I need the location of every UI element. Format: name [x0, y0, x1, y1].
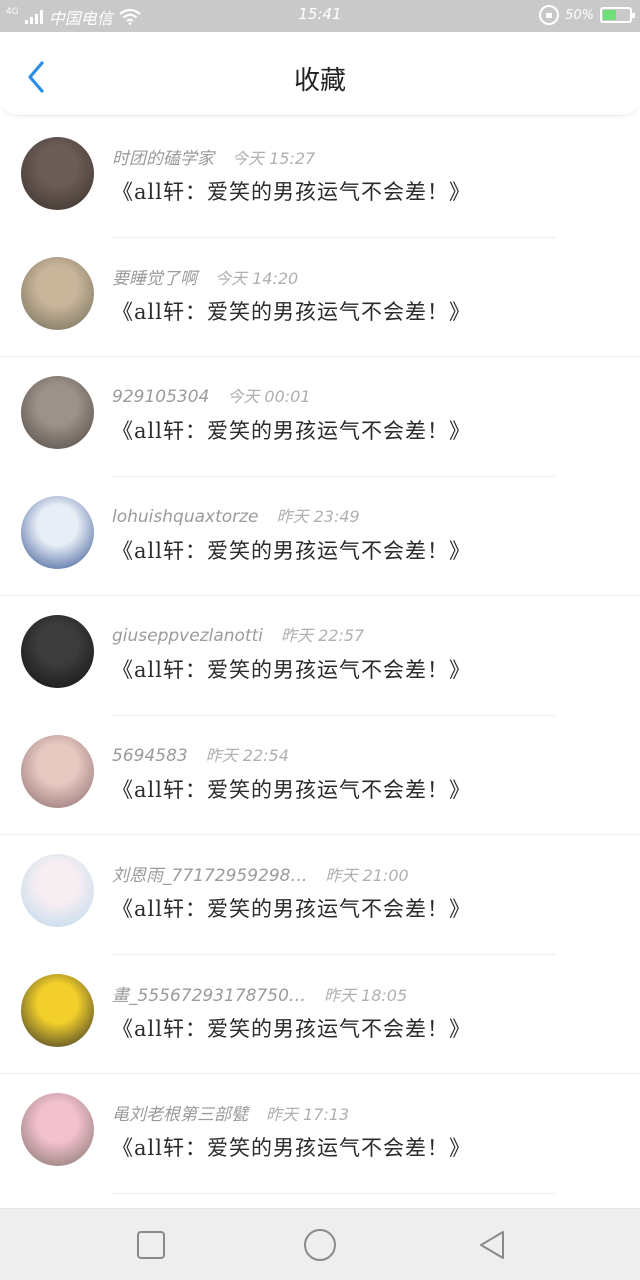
story-title[interactable]: 《all轩：爱笑的男孩运气不会差！》 [112, 654, 471, 684]
recent-apps-button[interactable] [133, 1227, 169, 1263]
timestamp: 昨天 22:54 [205, 745, 289, 765]
favorite-item[interactable]: 5694583 昨天 22:54 《all轩：爱笑的男孩运气不会差！》 [0, 716, 640, 835]
timestamp: 今天 14:20 [215, 268, 299, 288]
favorite-item[interactable]: 黾刘老根第三部甓 昨天 17:13 《all轩：爱笑的男孩运气不会差！》 [0, 1074, 640, 1194]
username[interactable]: lohuishquaxtorze [112, 507, 259, 527]
avatar[interactable] [21, 854, 94, 927]
item-meta: 黾刘老根第三部甓 昨天 17:13 [112, 1100, 349, 1125]
battery-percent: 50% [565, 7, 594, 23]
page-title: 收藏 [293, 66, 346, 96]
timestamp: 昨天 18:05 [323, 985, 408, 1005]
avatar[interactable] [21, 495, 94, 569]
timestamp: 昨天 22:57 [281, 626, 365, 645]
item-meta: 5694583 昨天 22:54 [112, 742, 289, 766]
timestamp: 昨天 23:49 [276, 506, 360, 526]
username[interactable]: 畫_55567293178750… [112, 986, 306, 1006]
username[interactable]: 929105304 [112, 387, 209, 407]
rotation-lock-icon [539, 5, 560, 25]
avatar[interactable] [21, 615, 94, 688]
item-meta: lohuishquaxtorze 昨天 23:49 [112, 503, 360, 527]
story-title[interactable]: 《all轩：爱笑的男孩运气不会差！》 [112, 415, 471, 445]
story-title[interactable]: 《all轩：爱笑的男孩运气不会差！》 [112, 774, 471, 804]
circle-icon [304, 1229, 336, 1261]
square-icon [137, 1231, 165, 1259]
divider [112, 1192, 556, 1194]
username[interactable]: 要睡觉了啊 [112, 269, 197, 289]
item-meta: 929105304 今天 00:01 [112, 383, 311, 407]
story-title[interactable]: 《all轩：爱笑的男孩运气不会差！》 [112, 1132, 471, 1162]
battery-fill [603, 10, 616, 20]
avatar[interactable] [21, 734, 94, 808]
back-nav-button[interactable] [474, 1227, 510, 1263]
username[interactable]: 刘恩雨_77172959298… [112, 866, 307, 886]
timestamp: 昨天 17:13 [266, 1105, 350, 1124]
favorite-item[interactable]: 刘恩雨_77172959298… 昨天 21:00 《all轩：爱笑的男孩运气不会差… [0, 835, 640, 955]
favorite-item[interactable]: 时团的磕学家 今天 15:27 《all轩：爱笑的男孩运气不会差！》 [0, 118, 640, 238]
favorite-item[interactable]: lohuishquaxtorze 昨天 23:49 《all轩：爱笑的男孩运气不会差… [0, 477, 640, 596]
avatar[interactable] [21, 1093, 94, 1166]
avatar[interactable] [21, 973, 94, 1047]
favorite-item[interactable]: 929105304 今天 00:01 《all轩：爱笑的男孩运气不会差！》 [0, 357, 640, 477]
favorites-list: 时团的磕学家 今天 15:27 《all轩：爱笑的男孩运气不会差！》 要睡觉了啊 今天 … [0, 118, 640, 1194]
avatar[interactable] [21, 376, 94, 449]
header: 收藏 [0, 32, 640, 116]
status-right: 50% [539, 5, 635, 25]
favorite-item[interactable]: 畫_55567293178750… 昨天 18:05 《all轩：爱笑的男孩运气不会… [0, 955, 640, 1074]
status-bar: 4G 中国电信 15:41 50% [0, 0, 640, 32]
avatar[interactable] [21, 256, 94, 330]
favorite-item[interactable]: 要睡觉了啊 今天 14:20 《all轩：爱笑的男孩运气不会差！》 [0, 238, 640, 357]
avatar[interactable] [21, 137, 94, 210]
item-meta: 刘恩雨_77172959298… 昨天 21:00 [112, 861, 409, 886]
story-title[interactable]: 《all轩：爱笑的男孩运气不会差！》 [112, 1013, 471, 1043]
story-title[interactable]: 《all轩：爱笑的男孩运气不会差！》 [112, 176, 471, 206]
timestamp: 今天 15:27 [232, 149, 316, 168]
home-button[interactable] [302, 1227, 338, 1263]
item-meta: 要睡觉了啊 今天 14:20 [112, 264, 298, 289]
battery-icon [600, 7, 635, 23]
timestamp: 昨天 21:00 [325, 866, 409, 885]
story-title[interactable]: 《all轩：爱笑的男孩运气不会差！》 [112, 296, 471, 326]
username[interactable]: 黾刘老根第三部甓 [112, 1105, 248, 1125]
item-meta: giuseppvezlanotti 昨天 22:57 [112, 622, 364, 646]
username[interactable]: giuseppvezlanotti [112, 626, 263, 646]
system-nav-bar [0, 1208, 640, 1280]
item-meta: 时团的磕学家 今天 15:27 [112, 144, 315, 169]
story-title[interactable]: 《all轩：爱笑的男孩运气不会差！》 [112, 535, 471, 565]
username[interactable]: 5694583 [112, 746, 188, 766]
triangle-back-icon [480, 1231, 504, 1259]
item-meta: 畫_55567293178750… 昨天 18:05 [112, 981, 407, 1006]
timestamp: 今天 00:01 [227, 387, 311, 406]
favorite-item[interactable]: giuseppvezlanotti 昨天 22:57 《all轩：爱笑的男孩运气不会… [0, 596, 640, 716]
username[interactable]: 时团的磕学家 [112, 149, 214, 169]
story-title[interactable]: 《all轩：爱笑的男孩运气不会差！》 [112, 893, 471, 923]
